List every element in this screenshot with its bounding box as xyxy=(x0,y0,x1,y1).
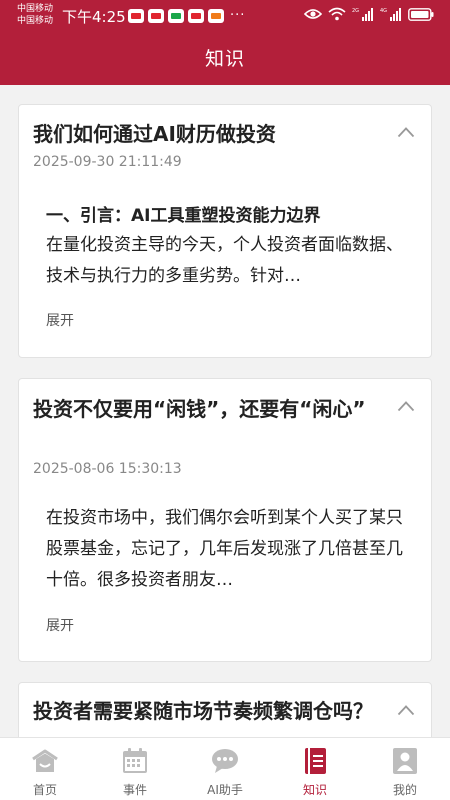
app-notification-icon xyxy=(148,8,164,23)
home-icon xyxy=(32,749,58,772)
app-notification-icon xyxy=(188,8,204,23)
nav-label: 首页 xyxy=(32,783,57,797)
title-bar: 知识 xyxy=(0,30,450,85)
article-card[interactable]: 我们如何通过AI财历做投资 2025-09-30 21:11:49 一、引言：A… xyxy=(18,104,432,358)
nav-label: 事件 xyxy=(122,783,147,797)
carrier-info: 中国移动 中国移动 xyxy=(17,3,53,27)
carrier-name-2: 中国移动 xyxy=(17,16,54,26)
system-status-icons: 2G 4G xyxy=(304,7,434,21)
status-bar: 中国移动 中国移动 下午4:25 ··· 2G 4G xyxy=(0,0,450,30)
status-time: 下午4:25 xyxy=(62,8,126,26)
app-notification-icon xyxy=(168,8,184,23)
nav-label: 知识 xyxy=(302,783,327,797)
chevron-up-icon[interactable] xyxy=(397,704,415,716)
article-card[interactable]: 投资不仅要用“闲钱”，还要有“闲心” 2025-08-06 15:30:13 在… xyxy=(18,378,432,662)
chat-bubble-icon xyxy=(212,749,238,773)
nav-item-home[interactable]: 首页 xyxy=(0,738,90,800)
article-card[interactable]: 投资者需要紧随市场节奏频繁调仓吗？ xyxy=(18,682,432,737)
expand-link[interactable]: 展开 xyxy=(46,615,74,635)
notification-icons: ··· xyxy=(128,8,245,23)
signal-strength-icon: 2G xyxy=(352,8,373,21)
nav-label: 我的 xyxy=(392,783,417,797)
signal-strength-icon: 4G xyxy=(380,8,401,21)
nav-item-ai-assistant[interactable]: AI助手 xyxy=(180,738,270,800)
eye-icon xyxy=(304,9,322,19)
article-title[interactable]: 投资不仅要用“闲钱”，还要有“闲心” xyxy=(33,394,393,424)
chevron-up-icon[interactable] xyxy=(397,400,415,412)
bottom-navigation: 首页 事件 AI助手 知识 我的 xyxy=(0,737,450,800)
article-title[interactable]: 我们如何通过AI财历做投资 xyxy=(33,119,393,149)
chevron-up-icon[interactable] xyxy=(397,126,415,138)
article-excerpt: 在投资市场中，我们偶尔会听到某个人买了某只股票基金，忘记了，几年后发现涨了几倍甚… xyxy=(46,508,403,590)
article-list[interactable]: 我们如何通过AI财历做投资 2025-09-30 21:11:49 一、引言：A… xyxy=(0,85,450,737)
nav-item-profile[interactable]: 我的 xyxy=(360,738,450,800)
article-date: 2025-09-30 21:11:49 xyxy=(33,154,182,170)
nav-item-events[interactable]: 事件 xyxy=(90,738,180,800)
expand-link[interactable]: 展开 xyxy=(46,310,74,330)
signal-label-2g: 2G xyxy=(352,8,359,14)
article-title[interactable]: 投资者需要紧随市场节奏频繁调仓吗？ xyxy=(33,696,393,726)
notebook-icon xyxy=(305,748,326,774)
article-excerpt: 在量化投资主导的今天，个人投资者面临数据、技术与执行力的多重劣势。针对… xyxy=(46,235,403,286)
profile-icon xyxy=(393,748,417,774)
page-title: 知识 xyxy=(204,48,245,70)
carrier-name-1: 中国移动 xyxy=(17,4,54,14)
signal-label-4g: 4G xyxy=(380,8,387,14)
app-notification-icon xyxy=(128,8,144,23)
nav-item-knowledge[interactable]: 知识 xyxy=(270,738,360,800)
battery-icon xyxy=(408,7,434,21)
nav-label: AI助手 xyxy=(207,783,243,797)
article-date: 2025-08-06 15:30:13 xyxy=(33,461,182,477)
article-section-heading: 一、引言：AI工具重塑投资能力边界 xyxy=(46,206,321,226)
more-notifications-indicator: ··· xyxy=(230,8,246,23)
app-header: 中国移动 中国移动 下午4:25 ··· 2G 4G 知识 xyxy=(0,0,450,85)
wifi-icon xyxy=(328,7,346,21)
calendar-icon xyxy=(123,748,147,773)
app-notification-icon xyxy=(208,8,224,23)
